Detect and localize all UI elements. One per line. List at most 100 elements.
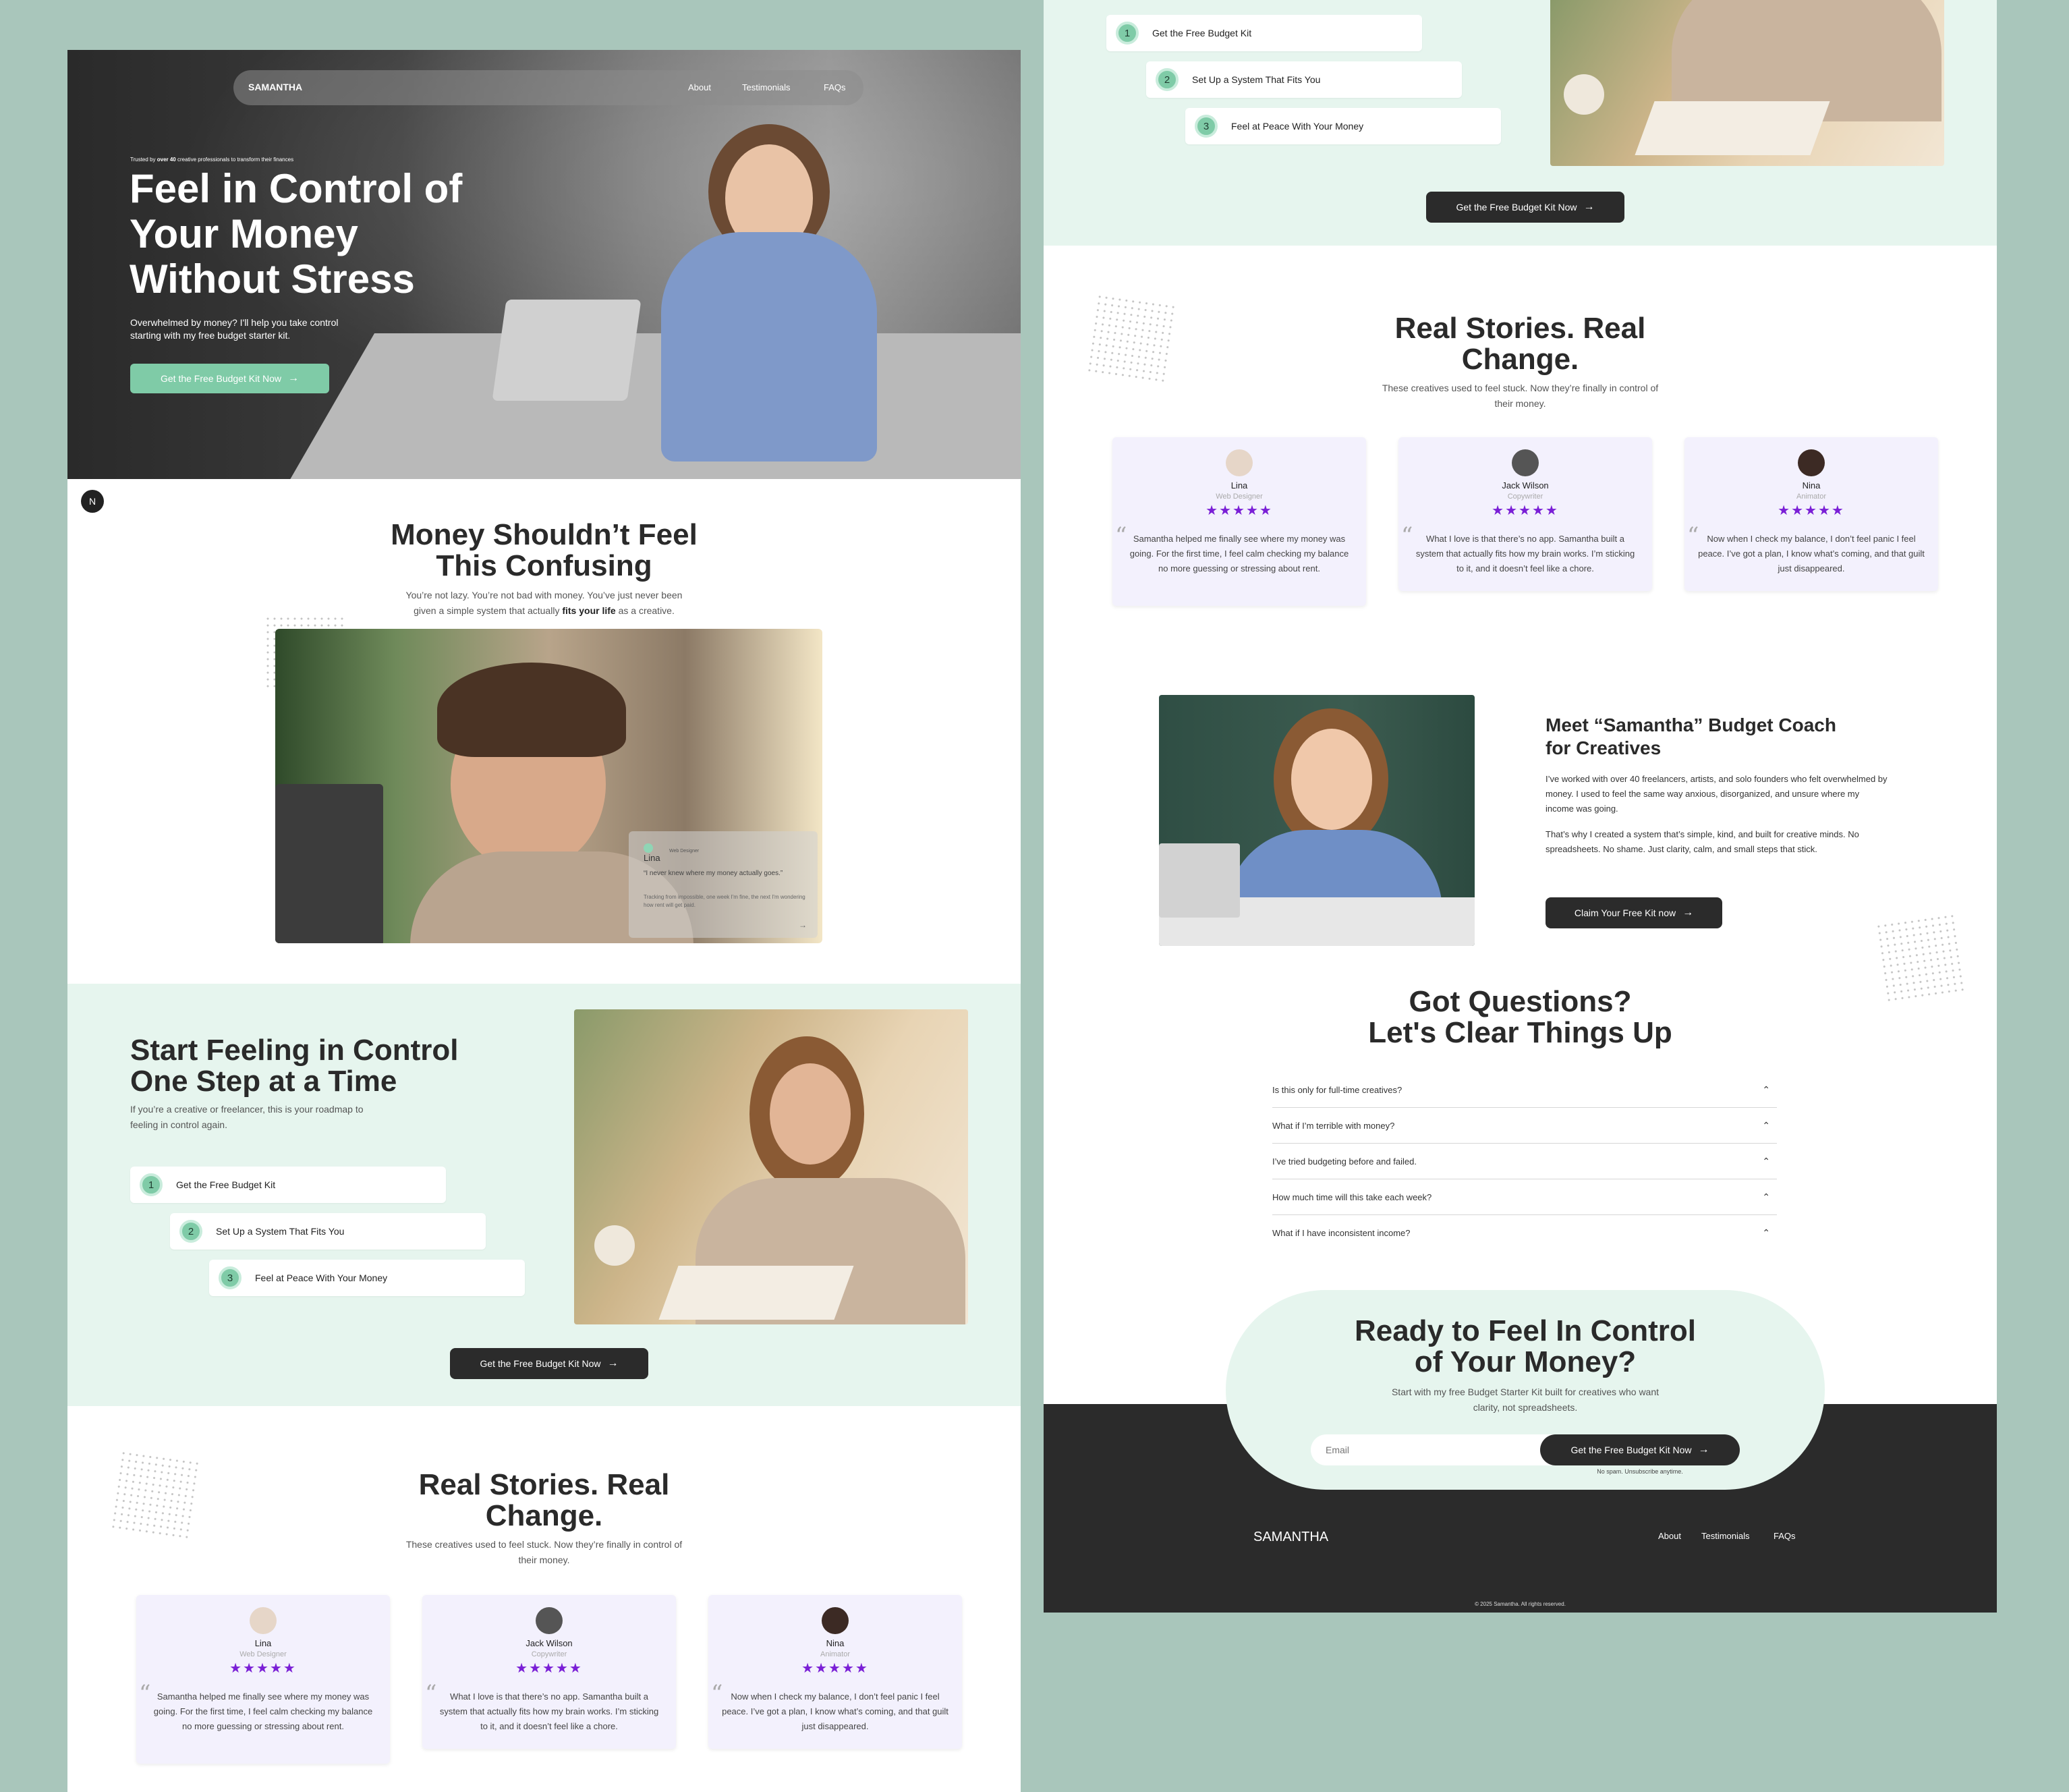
testimonial-card: Nina Animator ★★★★★ “ Now when I check m…: [1684, 437, 1938, 591]
email-input[interactable]: [1326, 1434, 1528, 1465]
avatar: [1226, 449, 1253, 476]
faq-question: How much time will this take each week?: [1272, 1192, 1432, 1202]
nav-brand[interactable]: SAMANTHA: [248, 82, 302, 92]
testimonial-role: Copywriter: [531, 1650, 567, 1658]
nav-testimonials-link[interactable]: Testimonials: [742, 82, 791, 92]
testimonial-card: Nina Animator ★★★★★ “ Now when I check m…: [708, 1595, 962, 1749]
no-spam-note: No spam. Unsubscribe anytime.: [1597, 1468, 1683, 1475]
step-2[interactable]: 2 Set Up a System That Fits You: [1146, 61, 1462, 98]
testimonial-quote: Samantha helped me finally see where my …: [153, 1691, 373, 1731]
testimonial-quote: Samantha helped me finally see where my …: [1129, 534, 1349, 573]
coach-photo: [1159, 695, 1475, 946]
star-rating-icon: ★★★★★: [1778, 503, 1845, 518]
faq-question: I’ve tried budgeting before and failed.: [1272, 1156, 1417, 1167]
arrow-right-icon: →: [1682, 907, 1694, 918]
testimonial-name: Nina: [826, 1638, 845, 1648]
testimonial-card: Jack Wilson Copywriter ★★★★★ “ What I lo…: [422, 1595, 676, 1749]
testimonials-subtitle: These creatives used to feel stuck. Now …: [405, 1539, 683, 1565]
steps-title: Start Feeling in Control One Step at a Ti…: [130, 1034, 459, 1098]
faq-question: Is this only for full-time creatives?: [1272, 1084, 1402, 1095]
step-3[interactable]: 3 Feel at Peace With Your Money: [209, 1260, 525, 1296]
hero-subtitle: Overwhelmed by money? I'll help you take…: [130, 317, 339, 341]
faq-item[interactable]: What if I have inconsistent income? ⌃: [1272, 1215, 1777, 1251]
quote-icon: “: [1401, 522, 1413, 549]
chevron-up-icon: ⌃: [1762, 1119, 1770, 1131]
about-title: Meet “Samantha” Budget Coach for Creative…: [1546, 715, 1836, 758]
testimonial-role: Web Designer: [239, 1650, 287, 1658]
testimonial-card: Lina Web Designer ★★★★★ “ Samantha helpe…: [136, 1595, 390, 1764]
faq-question: What if I’m terrible with money?: [1272, 1120, 1395, 1131]
page-column-right: 1 Get the Free Budget Kit 2 Set Up a Sys…: [1044, 0, 1997, 1613]
arrow-right-icon: →: [1698, 1444, 1709, 1455]
faq-item[interactable]: Is this only for full-time creatives? ⌃: [1272, 1072, 1777, 1108]
testimonial-name: Jack Wilson: [526, 1638, 573, 1648]
chevron-up-icon: ⌃: [1762, 1191, 1770, 1202]
steps-section: Start Feeling in Control One Step at a Ti…: [67, 984, 1021, 1406]
avatar: [536, 1607, 563, 1634]
steps-cta-button[interactable]: Get the Free Budget Kit Now →: [1426, 192, 1624, 223]
chevron-up-icon: ⌃: [1762, 1227, 1770, 1238]
testimonial-role: Web Designer: [1216, 493, 1263, 501]
nav-about-link[interactable]: About: [688, 82, 711, 92]
step-label: Feel at Peace With Your Money: [255, 1272, 388, 1283]
email-form: Get the Free Budget Kit Now→: [1311, 1434, 1740, 1465]
email-submit-button[interactable]: Get the Free Budget Kit Now →: [1540, 1434, 1740, 1465]
steps-subtitle: If you’re a creative or freelancer, this…: [130, 1104, 364, 1130]
faq-item[interactable]: What if I’m terrible with money? ⌃: [1272, 1108, 1777, 1144]
trusted-line: Trusted by over 40 creative professional…: [130, 157, 294, 163]
arrow-right-icon[interactable]: →: [799, 920, 807, 930]
faq-item[interactable]: I’ve tried budgeting before and failed. ⌃: [1272, 1144, 1777, 1179]
step-label: Get the Free Budget Kit: [1152, 28, 1252, 38]
testimonial-quote: Now when I check my balance, I don’t fee…: [722, 1691, 948, 1731]
testimonial-quote: What I love is that there’s no app. Sama…: [1415, 534, 1635, 573]
testimonial-name: Lina: [254, 1638, 272, 1648]
steps-cta-button[interactable]: Get the Free Budget Kit Now →: [450, 1348, 648, 1379]
step-number: 2: [179, 1220, 202, 1243]
footer-testimonials-link[interactable]: Testimonials: [1701, 1531, 1750, 1541]
floating-badge[interactable]: N: [81, 490, 104, 513]
steps-section-continued: 1 Get the Free Budget Kit 2 Set Up a Sys…: [1044, 0, 1997, 246]
star-rating-icon: ★★★★★: [1206, 503, 1273, 518]
footer-faqs-link[interactable]: FAQs: [1774, 1531, 1796, 1541]
quote-icon: “: [139, 1680, 151, 1707]
step-label: Get the Free Budget Kit: [176, 1179, 276, 1190]
quote-icon: “: [1687, 522, 1699, 549]
step-number: 1: [140, 1173, 163, 1196]
quote-icon: “: [1115, 522, 1127, 549]
testimonials-title: Real Stories. Real Change.: [1394, 312, 1646, 376]
step-number: 2: [1156, 68, 1179, 91]
about-paragraph-2: That’s why I created a system that’s sim…: [1546, 829, 1859, 854]
faq-question: What if I have inconsistent income?: [1272, 1228, 1411, 1238]
star-rating-icon: ★★★★★: [515, 1661, 583, 1676]
testimonial-role: Animator: [1796, 493, 1827, 501]
overlay-avatar: [644, 843, 653, 853]
step-label: Set Up a System That Fits You: [1192, 74, 1321, 85]
avatar: [822, 1607, 849, 1634]
testimonial-quote: Now when I check my balance, I don’t fee…: [1698, 534, 1925, 573]
about-paragraph-1: I’ve worked with over 40 freelancers, ar…: [1546, 774, 1888, 814]
footer-about-link[interactable]: About: [1658, 1531, 1681, 1541]
cta-subtitle: Start with my free Budget Starter Kit bu…: [1391, 1387, 1660, 1413]
avatar: [250, 1607, 277, 1634]
hero-cta-button[interactable]: Get the Free Budget Kit Now →: [130, 364, 329, 393]
footer-brand[interactable]: SAMANTHA: [1253, 1530, 1328, 1545]
claim-kit-button[interactable]: Claim Your Free Kit now →: [1546, 897, 1722, 928]
step-1[interactable]: 1 Get the Free Budget Kit: [1106, 15, 1422, 51]
problem-title: Money Shouldn’t Feel This Confusing: [391, 518, 698, 582]
testimonial-role: Copywriter: [1507, 493, 1543, 501]
step-3[interactable]: 3 Feel at Peace With Your Money: [1185, 108, 1501, 144]
arrow-right-icon: →: [1583, 201, 1595, 213]
nav-faqs-link[interactable]: FAQs: [824, 82, 846, 92]
step-1[interactable]: 1 Get the Free Budget Kit: [130, 1167, 446, 1203]
testimonial-quote: What I love is that there’s no app. Sama…: [439, 1691, 659, 1731]
overlay-role: Web Designer: [669, 849, 700, 853]
cta-block: Ready to Feel In Control of Your Money? S…: [1226, 1290, 1825, 1490]
avatar: [1798, 449, 1825, 476]
chevron-up-icon: ⌃: [1762, 1084, 1770, 1095]
faq-item[interactable]: How much time will this take each week? ⌃: [1272, 1179, 1777, 1215]
star-rating-icon: ★★★★★: [1492, 503, 1559, 518]
problem-subtitle: You’re not lazy. You’re not bad with mon…: [405, 590, 683, 616]
quote-icon: “: [711, 1680, 723, 1707]
step-label: Set Up a System That Fits You: [216, 1226, 345, 1237]
step-2[interactable]: 2 Set Up a System That Fits You: [170, 1213, 486, 1250]
